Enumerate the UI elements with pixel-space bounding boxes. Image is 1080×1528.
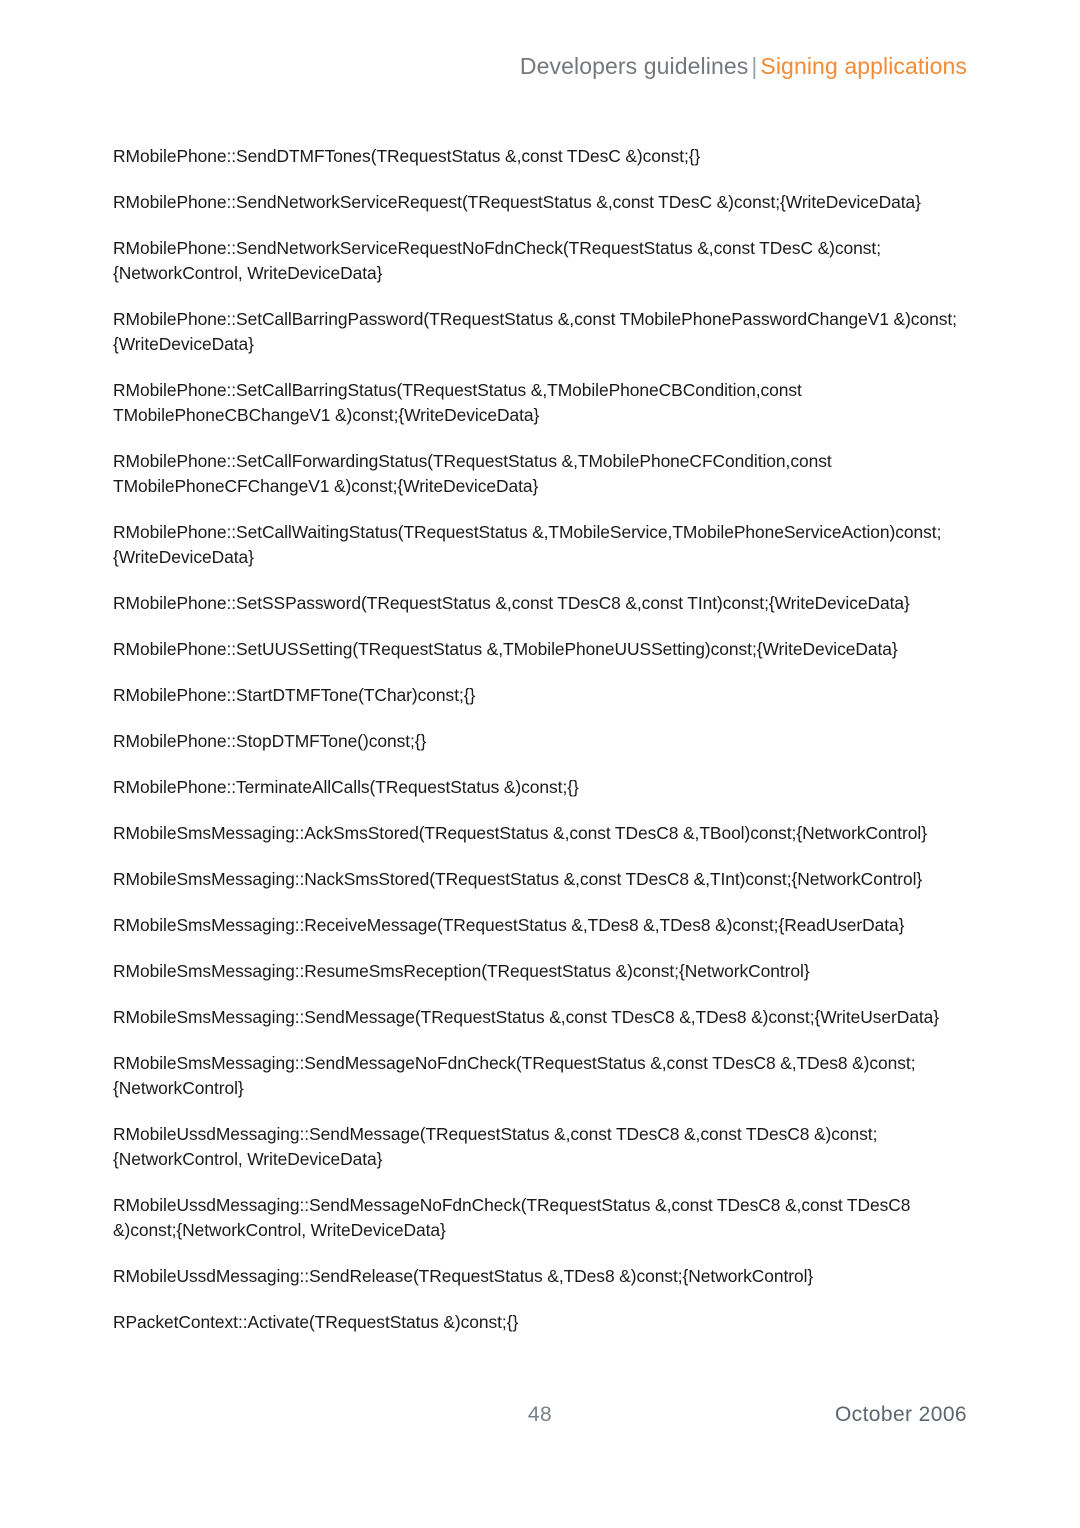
api-entry: RMobilePhone::TerminateAllCalls(TRequest… <box>113 777 579 797</box>
api-entry: RMobileUssdMessaging::SendMessage(TReque… <box>113 1124 878 1169</box>
api-entry: RMobilePhone::SendDTMFTones(TRequestStat… <box>113 146 701 166</box>
api-entry: RMobilePhone::StopDTMFTone()const;{} <box>113 731 427 751</box>
document-page: Developers guidelines | Signing applicatio… <box>0 0 1080 1528</box>
api-entry: RMobilePhone::SetCallWaitingStatus(TRequ… <box>113 522 942 567</box>
api-entry: RMobileSmsMessaging::SendMessageNoFdnChe… <box>113 1053 916 1098</box>
api-entry: RMobilePhone::SendNetworkServiceRequest(… <box>113 192 921 212</box>
api-entry: RMobileSmsMessaging::SendMessage(TReques… <box>113 1007 940 1027</box>
header-topic-label: Signing applications <box>760 53 967 79</box>
api-list: RMobilePhone::SendDTMFTones(TRequestStat… <box>113 144 970 1335</box>
header-separator: | <box>751 53 758 79</box>
api-entry: RMobilePhone::SetCallBarringStatus(TRequ… <box>113 380 802 425</box>
api-entry: RMobileSmsMessaging::ResumeSmsReception(… <box>113 961 810 981</box>
footer-date: October 2006 <box>834 1403 967 1426</box>
api-entry: RMobilePhone::SetCallForwardingStatus(TR… <box>113 451 832 496</box>
header-section-label: Developers guidelines <box>519 53 749 79</box>
api-entry: RMobileUssdMessaging::SendMessageNoFdnCh… <box>113 1195 911 1240</box>
api-entry: RMobilePhone::SetCallBarringPassword(TRe… <box>113 309 957 354</box>
api-entry: RMobileSmsMessaging::AckSmsStored(TReque… <box>113 823 927 843</box>
page-header: Developers guidelines | Signing applicatio… <box>0 52 967 80</box>
api-entry: RPacketContext::Activate(TRequestStatus … <box>113 1312 519 1332</box>
api-entry: RMobileUssdMessaging::SendRelease(TReque… <box>113 1266 814 1286</box>
page-footer: 48 October 2006 <box>0 1402 1080 1442</box>
api-entry: RMobilePhone::SetSSPassword(TRequestStat… <box>113 593 910 613</box>
api-entry: RMobilePhone::SendNetworkServiceRequestN… <box>113 238 882 283</box>
api-entry: RMobileSmsMessaging::NackSmsStored(TRequ… <box>113 869 923 889</box>
api-entry: RMobilePhone::StartDTMFTone(TChar)const;… <box>113 685 476 705</box>
api-entry: RMobilePhone::SetUUSSetting(TRequestStat… <box>113 639 898 659</box>
api-entry: RMobileSmsMessaging::ReceiveMessage(TReq… <box>113 915 905 935</box>
